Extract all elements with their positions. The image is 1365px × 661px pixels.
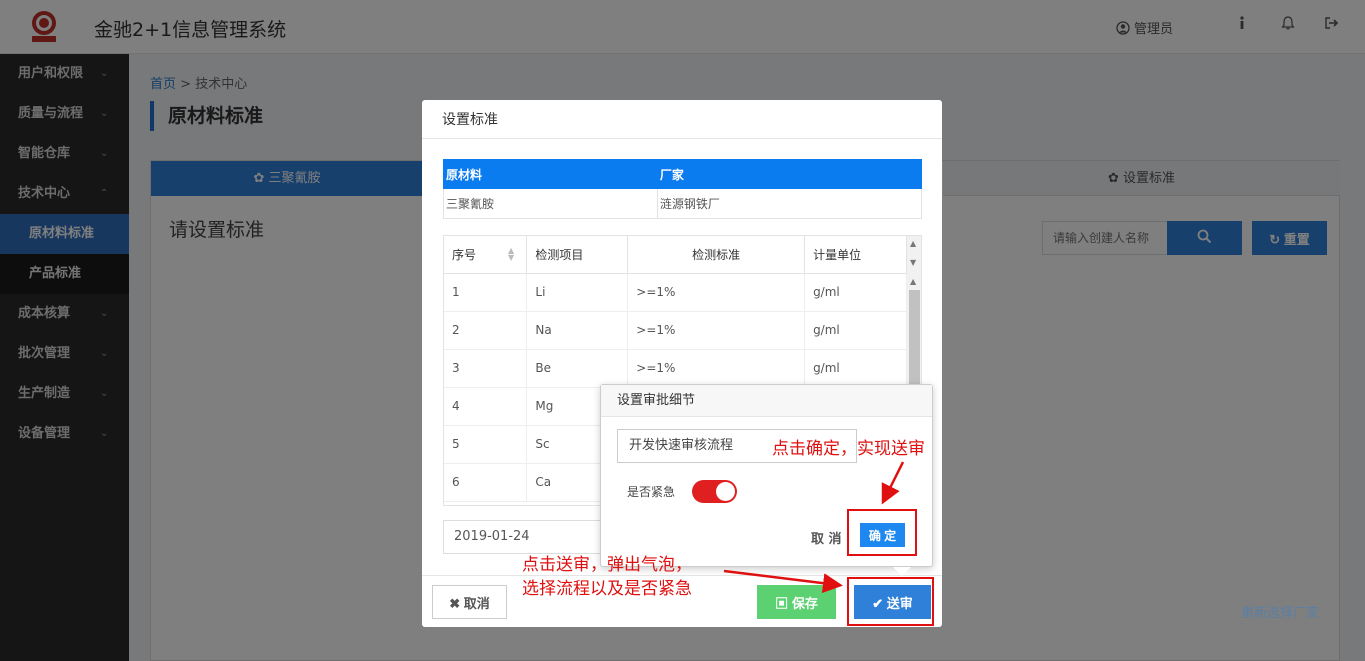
col-header-unit: 计量单位: [804, 236, 907, 274]
scroll-up-icon[interactable]: ▲: [910, 277, 916, 286]
popover-cancel-button[interactable]: 取 消: [811, 528, 842, 547]
annotation-note-confirm: 点击确定，实现送审: [772, 439, 925, 459]
cancel-button[interactable]: ✖ 取消: [432, 585, 507, 619]
popover-title: 设置审批细节: [601, 385, 932, 417]
reselect-vendor-link[interactable]: 重新选择厂家: [1241, 602, 1319, 621]
floppy-icon: ▣: [775, 595, 789, 611]
info-header-material: 原材料: [443, 159, 658, 189]
material-info-table: 原材料 厂家 三聚氰胺 涟源钢铁厂: [443, 159, 923, 219]
annotation-note-submit-2: 选择流程以及是否紧急: [522, 579, 692, 599]
info-header-vendor: 厂家: [656, 159, 923, 189]
table-row[interactable]: 1 Li >=1% g/ml: [444, 273, 907, 312]
table-row[interactable]: 2 Na >=1% g/ml: [444, 311, 907, 350]
urgent-toggle[interactable]: [692, 480, 737, 503]
scroll-up-icon[interactable]: ▲: [910, 239, 916, 248]
sort-icon[interactable]: ▲ ▼: [508, 247, 514, 262]
modal-title: 设置标准: [422, 100, 942, 139]
annotation-box-submit: [847, 577, 934, 626]
toggle-knob: [716, 482, 735, 501]
info-material-value: 三聚氰胺: [443, 188, 658, 219]
annotation-note-submit-1: 点击送审，弹出气泡，: [522, 555, 692, 575]
table-row[interactable]: 3 Be >=1% g/ml: [444, 349, 907, 388]
close-icon: ✖: [449, 595, 461, 611]
annotation-box-confirm: [847, 509, 917, 556]
urgent-label: 是否紧急: [627, 485, 676, 499]
scroll-down-icon[interactable]: ▼: [910, 258, 916, 267]
col-header-standard: 检测标准: [627, 236, 806, 274]
save-button[interactable]: ▣ 保存: [757, 585, 836, 619]
scrollbar-thumb[interactable]: [909, 290, 920, 390]
date-field[interactable]: 2019-01-24: [443, 520, 603, 554]
col-header-index[interactable]: 序号 ▲ ▼: [444, 236, 528, 274]
col-header-item: 检测项目: [526, 236, 629, 274]
info-vendor-value: 涟源钢铁厂: [656, 188, 923, 219]
